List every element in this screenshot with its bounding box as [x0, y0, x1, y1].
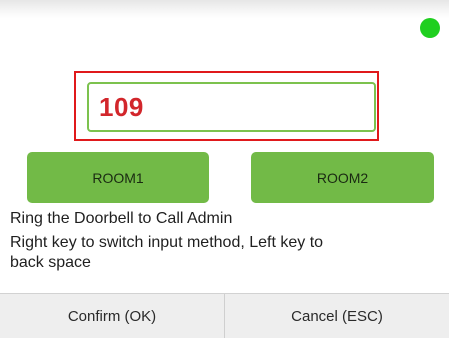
room2-button[interactable]: ROOM2	[251, 152, 434, 203]
doorbell-instruction: Ring the Doorbell to Call Admin	[10, 210, 233, 227]
doorbell-call-screen: 109 ROOM1 ROOM2 Ring the Doorbell to Cal…	[0, 0, 449, 338]
room1-button-label: ROOM1	[92, 169, 144, 186]
footer-bar: Confirm (OK) Cancel (ESC)	[0, 293, 449, 338]
cancel-button-label: Cancel (ESC)	[291, 307, 383, 325]
room-number-value: 109	[99, 91, 144, 122]
key-instruction-line1: Right key to switch input method, Left k…	[10, 234, 324, 251]
room2-button-label: ROOM2	[316, 169, 369, 186]
room1-button[interactable]: ROOM1	[27, 152, 209, 203]
cancel-button[interactable]: Cancel (ESC)	[225, 294, 449, 338]
confirm-button[interactable]: Confirm (OK)	[0, 294, 224, 338]
online-status-dot-icon	[420, 18, 440, 38]
top-status-strip	[0, 0, 449, 18]
room-number-input[interactable]: 109	[87, 82, 376, 132]
confirm-button-label: Confirm (OK)	[67, 307, 157, 325]
key-instruction-line2: back space	[10, 254, 91, 271]
